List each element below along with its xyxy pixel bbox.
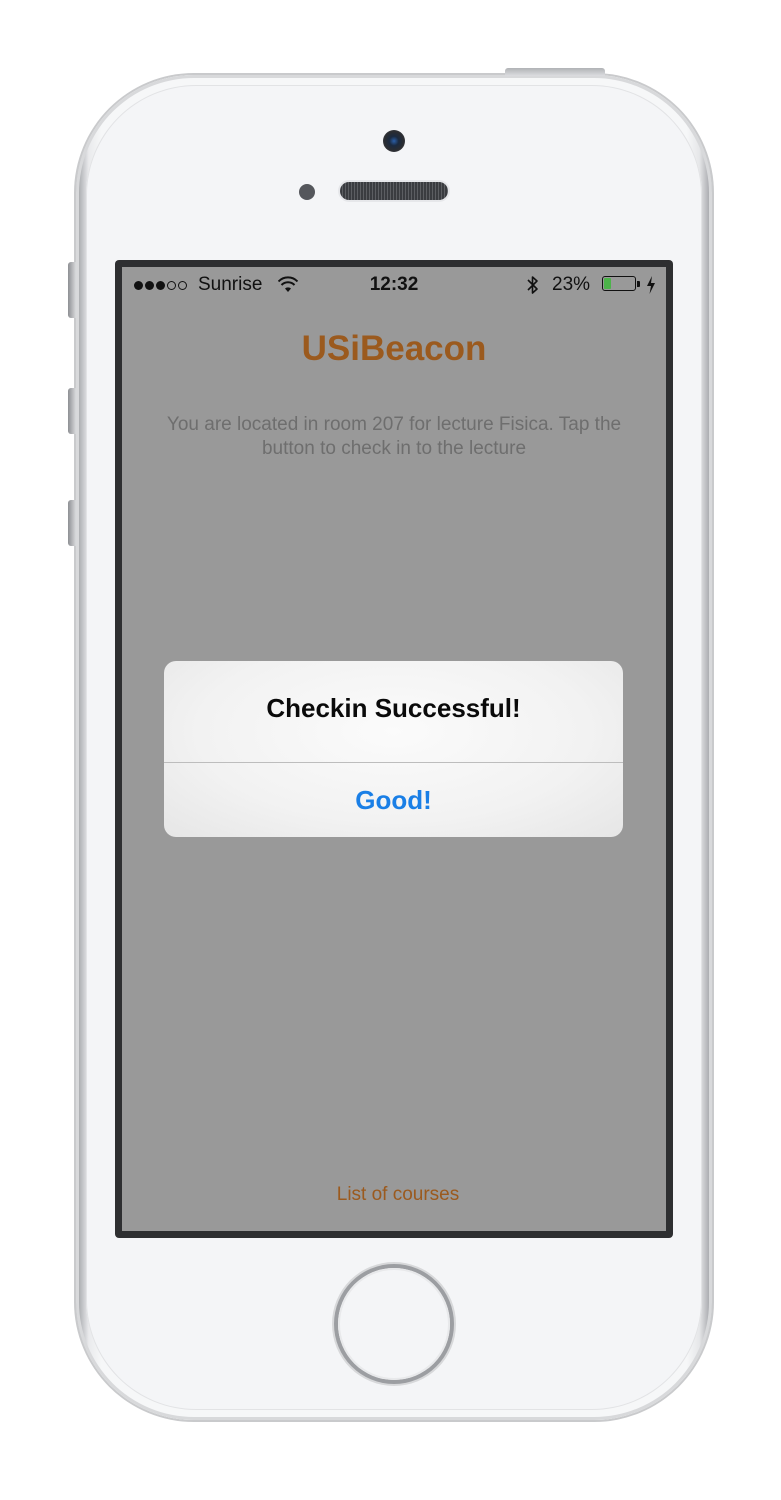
charging-bolt-icon — [647, 276, 655, 294]
location-message: You are located in room 207 for lecture … — [166, 414, 622, 459]
battery-icon — [602, 276, 636, 291]
mute-switch — [68, 262, 76, 318]
battery-percentage: 23% — [552, 274, 591, 295]
checkin-alert-dialog: Checkin Successful! Good! — [164, 661, 623, 837]
status-bar: Sunrise 12:32 23% — [122, 267, 666, 303]
battery-level-fill — [604, 278, 611, 289]
list-of-courses-button[interactable]: List of courses — [122, 1184, 666, 1206]
app-title: USiBeacon — [301, 329, 487, 368]
home-button[interactable] — [338, 1268, 450, 1380]
front-camera — [383, 130, 405, 152]
proximity-sensor — [299, 184, 315, 200]
battery-tip — [637, 281, 640, 287]
app-screen: Sunrise 12:32 23% USiBeacon You are loca… — [122, 267, 666, 1231]
bluetooth-icon — [527, 276, 538, 294]
alert-title: Checkin Successful! — [266, 693, 521, 723]
volume-up-button — [68, 388, 76, 434]
volume-down-button — [68, 500, 76, 546]
good-button[interactable]: Good! — [164, 763, 623, 837]
power-button — [505, 68, 605, 76]
earpiece-speaker — [340, 182, 448, 200]
